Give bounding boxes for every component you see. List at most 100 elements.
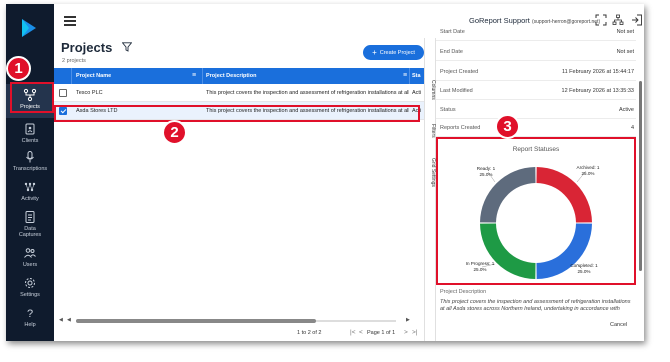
- project-details-panel: Start Date Not set End Date Not set Projec…: [436, 26, 644, 341]
- column-menu-icon[interactable]: ≡: [403, 72, 407, 79]
- app-logo-icon: [22, 19, 36, 37]
- cell-status: Acti: [412, 90, 422, 96]
- detail-value: 11 February 2026 at 15:44:17: [561, 69, 634, 75]
- microphone-icon: [26, 151, 34, 163]
- prev-page-icon[interactable]: <: [359, 329, 363, 336]
- create-project-label: Create Project: [379, 49, 415, 56]
- column-header-status[interactable]: Sta: [412, 73, 421, 79]
- detail-value: Not set: [616, 49, 634, 55]
- slice-label: Completed: 1: [570, 263, 598, 268]
- detail-key: Project Created: [440, 69, 479, 75]
- scroll-thumb[interactable]: [76, 319, 316, 323]
- detail-key: Last Modified: [440, 88, 473, 94]
- first-page-icon[interactable]: |<: [350, 329, 355, 336]
- filter-icon[interactable]: [122, 42, 132, 52]
- column-menu-icon[interactable]: ≡: [192, 72, 196, 79]
- slice-percent-label: 25.0%: [581, 171, 594, 176]
- detail-row: Status Active: [436, 102, 636, 119]
- project-description-label: Project Description: [440, 289, 487, 295]
- horizontal-scrollbar[interactable]: ◀ ◀ ▶: [54, 317, 424, 325]
- sidebar-item-data-captures[interactable]: Data Captures: [6, 206, 54, 242]
- detail-value: 12 February 2026 at 13:35:33: [561, 88, 634, 94]
- clients-icon: [25, 123, 35, 135]
- sidebar-item-activity[interactable]: Activity: [6, 176, 54, 210]
- help-icon: ?: [27, 308, 33, 320]
- detail-value: Not set: [616, 29, 634, 35]
- sidebar-item-label: Activity: [21, 196, 39, 202]
- menu-icon[interactable]: [64, 16, 76, 26]
- report-statuses-chart: Report Statuses Archived: 1 25.0% Complete…: [436, 137, 636, 285]
- panel-scrollbar[interactable]: [639, 81, 642, 271]
- detail-key: Status: [440, 107, 456, 113]
- users-icon: [24, 248, 36, 258]
- app-window: Projects Clients Transcriptions Activity…: [6, 4, 644, 341]
- activity-icon: [24, 182, 36, 192]
- detail-row: Project Created 11 February 2026 at 15:44…: [436, 64, 636, 81]
- detail-key: Start Date: [440, 29, 465, 35]
- detail-key: Reports Created: [440, 125, 481, 131]
- last-page-icon[interactable]: >|: [412, 329, 417, 336]
- sidebar-item-label: Transcriptions: [12, 166, 48, 172]
- scroll-left-icon[interactable]: ◀: [59, 317, 63, 323]
- grid-side-tabs: Columns Filters Grid Settings: [424, 38, 436, 341]
- column-resizer[interactable]: [409, 68, 410, 84]
- select-column-header: [54, 68, 72, 84]
- highlight-projects-nav: [10, 82, 54, 113]
- slice-in-progress[interactable]: [480, 223, 536, 279]
- grid-header: Project Name ≡ Project Description ≡ Sta: [54, 68, 424, 84]
- sidebar: Projects Clients Transcriptions Activity…: [6, 4, 54, 341]
- slice-percent-label: 25.0%: [479, 172, 492, 177]
- column-resizer[interactable]: [202, 68, 203, 84]
- detail-key: End Date: [440, 49, 463, 55]
- sidebar-item-transcriptions[interactable]: Transcriptions: [6, 146, 54, 180]
- tab-filters[interactable]: Filters: [426, 124, 436, 138]
- sidebar-item-label: Help: [24, 322, 36, 328]
- slice-label: Archived: 1: [577, 165, 600, 170]
- sidebar-item-settings[interactable]: Settings: [6, 272, 54, 306]
- detail-row: Last Modified 12 February 2026 at 13:35:3…: [436, 83, 636, 100]
- next-page-icon[interactable]: >: [404, 329, 408, 336]
- project-count: 2 projects: [62, 58, 86, 64]
- svg-text:?: ?: [27, 308, 33, 320]
- detail-row: Start Date Not set: [436, 24, 636, 41]
- detail-value: Active: [619, 107, 634, 113]
- slice-label: In Progress: 1: [466, 261, 495, 266]
- plus-icon: +: [372, 48, 377, 57]
- page-title: Projects: [61, 40, 113, 55]
- scroll-right-icon[interactable]: ▶: [406, 317, 410, 323]
- pager-info: 1 to 2 of 2: [297, 330, 322, 336]
- highlight-selected-row: [54, 105, 420, 122]
- slice-percent-label: 25.0%: [577, 269, 590, 274]
- detail-row: End Date Not set: [436, 44, 636, 61]
- pagination: 1 to 2 of 2 |< < Page 1 of 1 > >|: [54, 327, 424, 341]
- column-header-project-name[interactable]: Project Name: [76, 73, 111, 79]
- detail-value: 4: [630, 125, 634, 131]
- projects-main: Projects 2 projects + Create Project Pro…: [54, 38, 424, 341]
- gear-icon: [25, 278, 35, 288]
- detail-row: Reports Created 4: [436, 120, 636, 137]
- annotation-badge: 1: [6, 56, 31, 81]
- sidebar-item-users[interactable]: Users: [6, 242, 54, 276]
- tab-grid-settings[interactable]: Grid Settings: [426, 158, 436, 187]
- project-description-text: This project covers the inspection and a…: [440, 299, 631, 312]
- donut-chart: Archived: 125.0%Completed: 125.0%In Prog…: [466, 165, 600, 279]
- sidebar-item-help[interactable]: ? Help: [6, 302, 54, 336]
- slice-percent-label: 25.0%: [473, 267, 486, 272]
- sidebar-item-label: Settings: [20, 292, 40, 298]
- scroll-left-icon[interactable]: ◀: [67, 317, 71, 323]
- cancel-button[interactable]: Cancel: [610, 322, 627, 328]
- data-captures-icon: [25, 211, 35, 223]
- annotation-badge: 2: [162, 120, 187, 145]
- sidebar-item-label: Clients: [21, 138, 39, 144]
- row-checkbox[interactable]: [59, 89, 67, 97]
- sidebar-item-label: Data Captures: [18, 226, 42, 238]
- cell-project-description: This project covers the inspection and a…: [206, 90, 409, 96]
- tab-columns[interactable]: Columns: [426, 80, 436, 100]
- slice-label: Ready: 1: [477, 166, 496, 171]
- annotation-badge: 3: [495, 114, 520, 139]
- table-row[interactable]: Tesco PLC This project covers the inspec…: [54, 84, 424, 102]
- sidebar-item-label: Users: [22, 262, 38, 268]
- pager-page: Page 1 of 1: [367, 330, 396, 336]
- create-project-button[interactable]: + Create Project: [363, 45, 424, 60]
- column-header-project-description[interactable]: Project Description: [206, 73, 256, 79]
